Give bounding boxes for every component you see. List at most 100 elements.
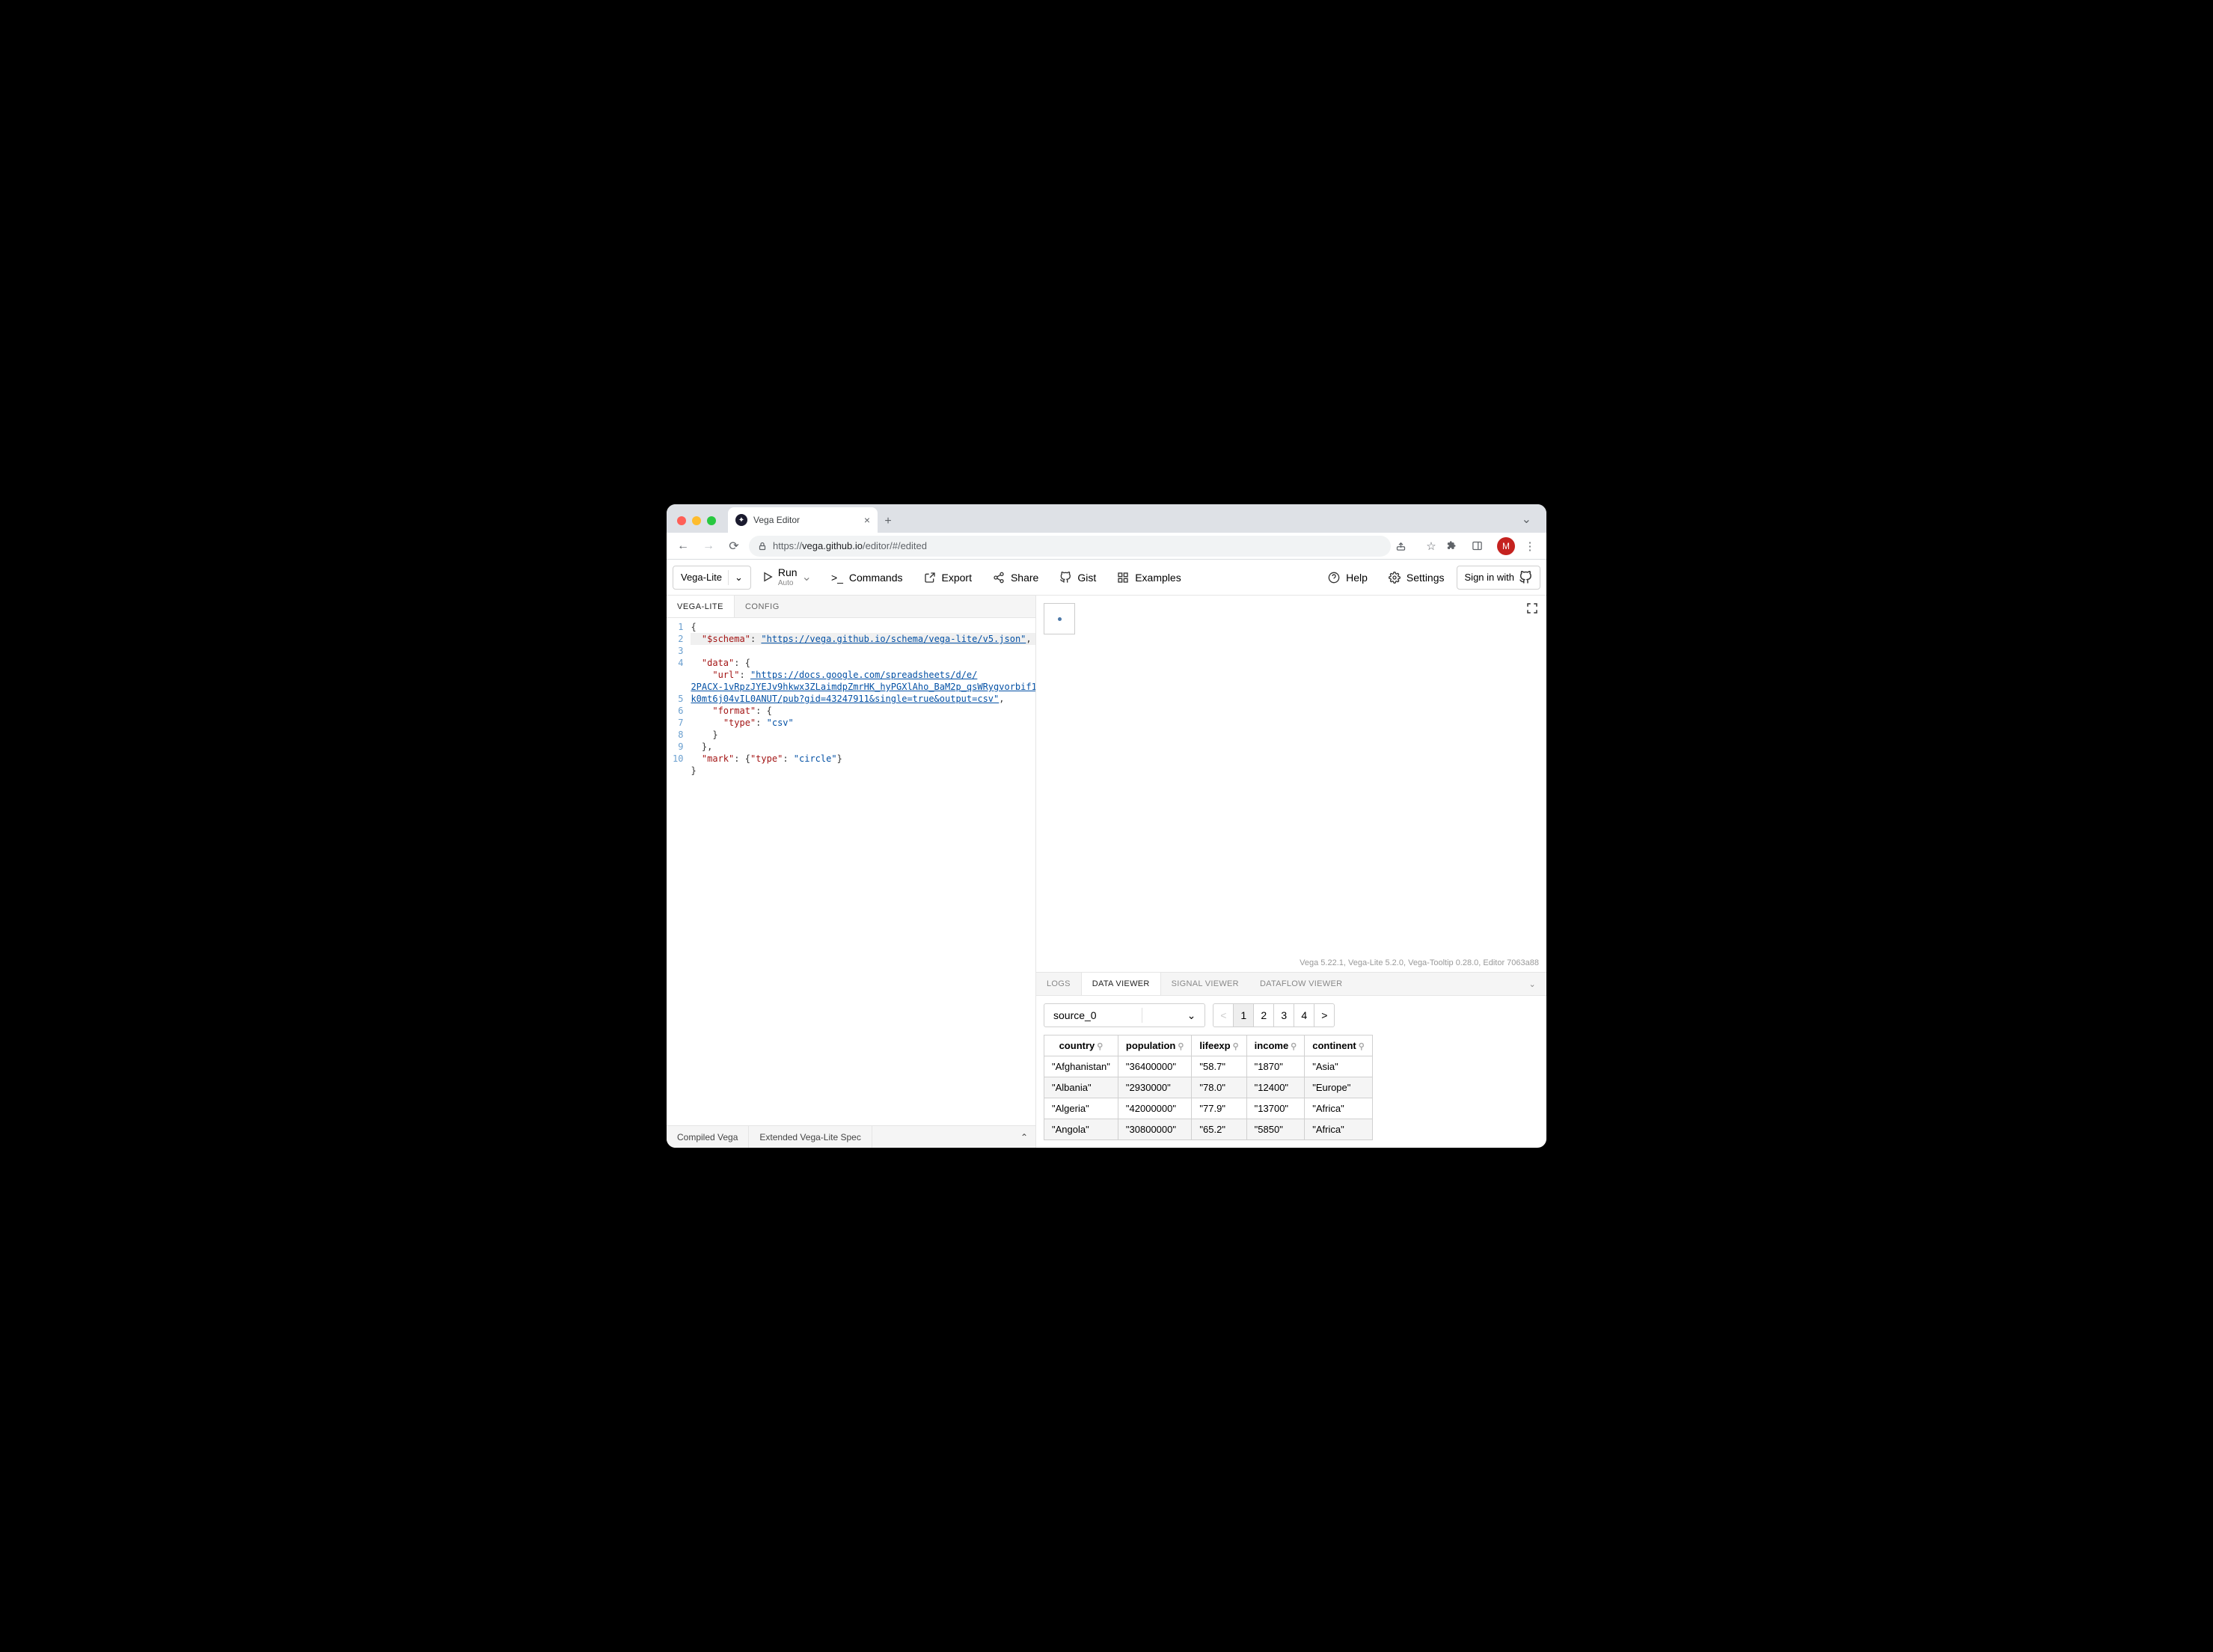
table-cell: "Africa" — [1305, 1098, 1373, 1119]
output-pane: Vega 5.22.1, Vega-Lite 5.2.0, Vega-Toolt… — [1036, 596, 1546, 1148]
settings-button[interactable]: Settings — [1380, 566, 1454, 590]
table-cell: "58.7" — [1192, 1056, 1246, 1077]
maximize-window[interactable] — [707, 516, 716, 525]
table-row: "Albania""2930000""78.0""12400""Europe" — [1044, 1077, 1373, 1098]
page-2[interactable]: 2 — [1253, 1003, 1274, 1027]
examples-button[interactable]: Examples — [1108, 566, 1190, 590]
share-icon — [993, 572, 1005, 584]
content-area: VEGA-LITE CONFIG 1234 5678910 { "$schema… — [667, 596, 1546, 1148]
table-cell: "77.9" — [1192, 1098, 1246, 1119]
export-icon — [924, 572, 936, 584]
tab-vega-lite[interactable]: VEGA-LITE — [667, 596, 735, 617]
code-editor[interactable]: 1234 5678910 { "$schema": "https://vega.… — [667, 618, 1035, 1125]
tab-signal-viewer[interactable]: SIGNAL VIEWER — [1161, 973, 1249, 995]
col-continent[interactable]: continent⚲ — [1305, 1035, 1373, 1056]
share-page-icon[interactable] — [1395, 540, 1416, 551]
minimize-window[interactable] — [692, 516, 701, 525]
run-button[interactable]: Run Auto ⌄ — [754, 567, 819, 587]
page-1[interactable]: 1 — [1233, 1003, 1254, 1027]
table-cell: "2930000" — [1118, 1077, 1192, 1098]
line-gutter: 1234 5678910 — [667, 618, 691, 1125]
commands-button[interactable]: >_ Commands — [822, 566, 912, 590]
new-tab-button[interactable]: + — [878, 515, 899, 533]
gist-button[interactable]: Gist — [1050, 566, 1105, 590]
share-label: Share — [1011, 572, 1038, 584]
signin-label: Sign in with — [1465, 572, 1514, 583]
source-select[interactable]: source_0 ⌄ — [1044, 1003, 1205, 1027]
help-label: Help — [1346, 572, 1368, 584]
tab-logs[interactable]: LOGS — [1036, 973, 1081, 995]
table-row: "Afghanistan""36400000""58.7""1870""Asia… — [1044, 1056, 1373, 1077]
table-cell: "Afghanistan" — [1044, 1056, 1118, 1077]
profile-avatar[interactable]: M — [1497, 537, 1515, 555]
tab-strip: ✦ Vega Editor × + ⌄ — [667, 504, 1546, 533]
close-tab-icon[interactable]: × — [864, 514, 870, 526]
tab-title: Vega Editor — [753, 515, 858, 525]
col-country[interactable]: country⚲ — [1044, 1035, 1118, 1056]
col-lifeexp[interactable]: lifeexp⚲ — [1192, 1035, 1246, 1056]
data-table-wrap: country⚲population⚲lifeexp⚲income⚲contin… — [1036, 1032, 1546, 1148]
github-icon — [1059, 572, 1071, 584]
fullscreen-button[interactable] — [1525, 602, 1539, 615]
table-cell: "36400000" — [1118, 1056, 1192, 1077]
table-cell: "Asia" — [1305, 1056, 1373, 1077]
table-cell: "30800000" — [1118, 1119, 1192, 1140]
menu-icon[interactable]: ⋮ — [1519, 539, 1540, 553]
close-window[interactable] — [677, 516, 686, 525]
help-button[interactable]: Help — [1319, 566, 1377, 590]
col-income[interactable]: income⚲ — [1246, 1035, 1305, 1056]
chevron-down-icon: ⌄ — [1187, 1009, 1196, 1022]
page-3[interactable]: 3 — [1273, 1003, 1294, 1027]
tab-config[interactable]: CONFIG — [735, 596, 790, 617]
tab-dropdown-icon[interactable]: ⌄ — [1514, 512, 1539, 533]
page-prev[interactable]: < — [1213, 1003, 1234, 1027]
app-toolbar: Vega-Lite ⌄ Run Auto ⌄ >_ Commands Expor… — [667, 560, 1546, 596]
mode-select[interactable]: Vega-Lite ⌄ — [673, 566, 751, 590]
table-cell: "Albania" — [1044, 1077, 1118, 1098]
chevron-down-icon[interactable]: ⌄ — [802, 569, 812, 584]
collapse-icon[interactable]: ⌃ — [1013, 1132, 1035, 1142]
col-population[interactable]: population⚲ — [1118, 1035, 1192, 1056]
extensions-icon[interactable] — [1446, 540, 1467, 551]
gist-label: Gist — [1077, 572, 1096, 584]
page-4[interactable]: 4 — [1294, 1003, 1314, 1027]
export-label: Export — [942, 572, 972, 584]
tab-data-viewer[interactable]: DATA VIEWER — [1081, 973, 1161, 995]
address-bar: ← → ⟳ https://vega.github.io/editor/#/ed… — [667, 533, 1546, 560]
collapse-debug-icon[interactable]: ⌄ — [1518, 973, 1546, 995]
extended-spec-button[interactable]: Extended Vega-Lite Spec — [749, 1126, 872, 1148]
table-cell: "42000000" — [1118, 1098, 1192, 1119]
bookmark-icon[interactable]: ☆ — [1421, 539, 1442, 553]
table-cell: "5850" — [1246, 1119, 1305, 1140]
version-text: Vega 5.22.1, Vega-Lite 5.2.0, Vega-Toolt… — [1300, 958, 1539, 967]
table-cell: "Europe" — [1305, 1077, 1373, 1098]
help-icon — [1328, 572, 1340, 584]
run-label: Run — [778, 567, 798, 578]
url-input[interactable]: https://vega.github.io/editor/#/edited — [749, 536, 1391, 557]
compiled-vega-button[interactable]: Compiled Vega — [667, 1126, 749, 1148]
browser-tab[interactable]: ✦ Vega Editor × — [728, 507, 878, 533]
export-button[interactable]: Export — [915, 566, 981, 590]
editor-pane: VEGA-LITE CONFIG 1234 5678910 { "$schema… — [667, 596, 1036, 1148]
chevron-down-icon: ⌄ — [735, 572, 743, 584]
table-cell: "13700" — [1246, 1098, 1305, 1119]
forward-button[interactable]: → — [698, 539, 719, 553]
signin-button[interactable]: Sign in with — [1457, 566, 1540, 590]
table-cell: "Africa" — [1305, 1119, 1373, 1140]
tab-dataflow-viewer[interactable]: DATAFLOW VIEWER — [1249, 973, 1353, 995]
reload-button[interactable]: ⟳ — [723, 539, 744, 554]
settings-label: Settings — [1407, 572, 1445, 584]
share-button[interactable]: Share — [984, 566, 1047, 590]
gear-icon — [1389, 572, 1401, 584]
viz-area: Vega 5.22.1, Vega-Lite 5.2.0, Vega-Toolt… — [1036, 596, 1546, 972]
table-row: "Algeria""42000000""77.9""13700""Africa" — [1044, 1098, 1373, 1119]
browser-window: ✦ Vega Editor × + ⌄ ← → ⟳ https://vega.g… — [667, 504, 1546, 1148]
code-area[interactable]: { "$schema": "https://vega.github.io/sch… — [691, 618, 1035, 1125]
table-row: "Angola""30800000""65.2""5850""Africa" — [1044, 1119, 1373, 1140]
favicon-icon: ✦ — [735, 514, 747, 526]
page-next[interactable]: > — [1314, 1003, 1335, 1027]
data-table: country⚲population⚲lifeexp⚲income⚲contin… — [1044, 1035, 1373, 1140]
table-cell: "12400" — [1246, 1077, 1305, 1098]
side-panel-icon[interactable] — [1472, 540, 1493, 551]
back-button[interactable]: ← — [673, 539, 694, 553]
